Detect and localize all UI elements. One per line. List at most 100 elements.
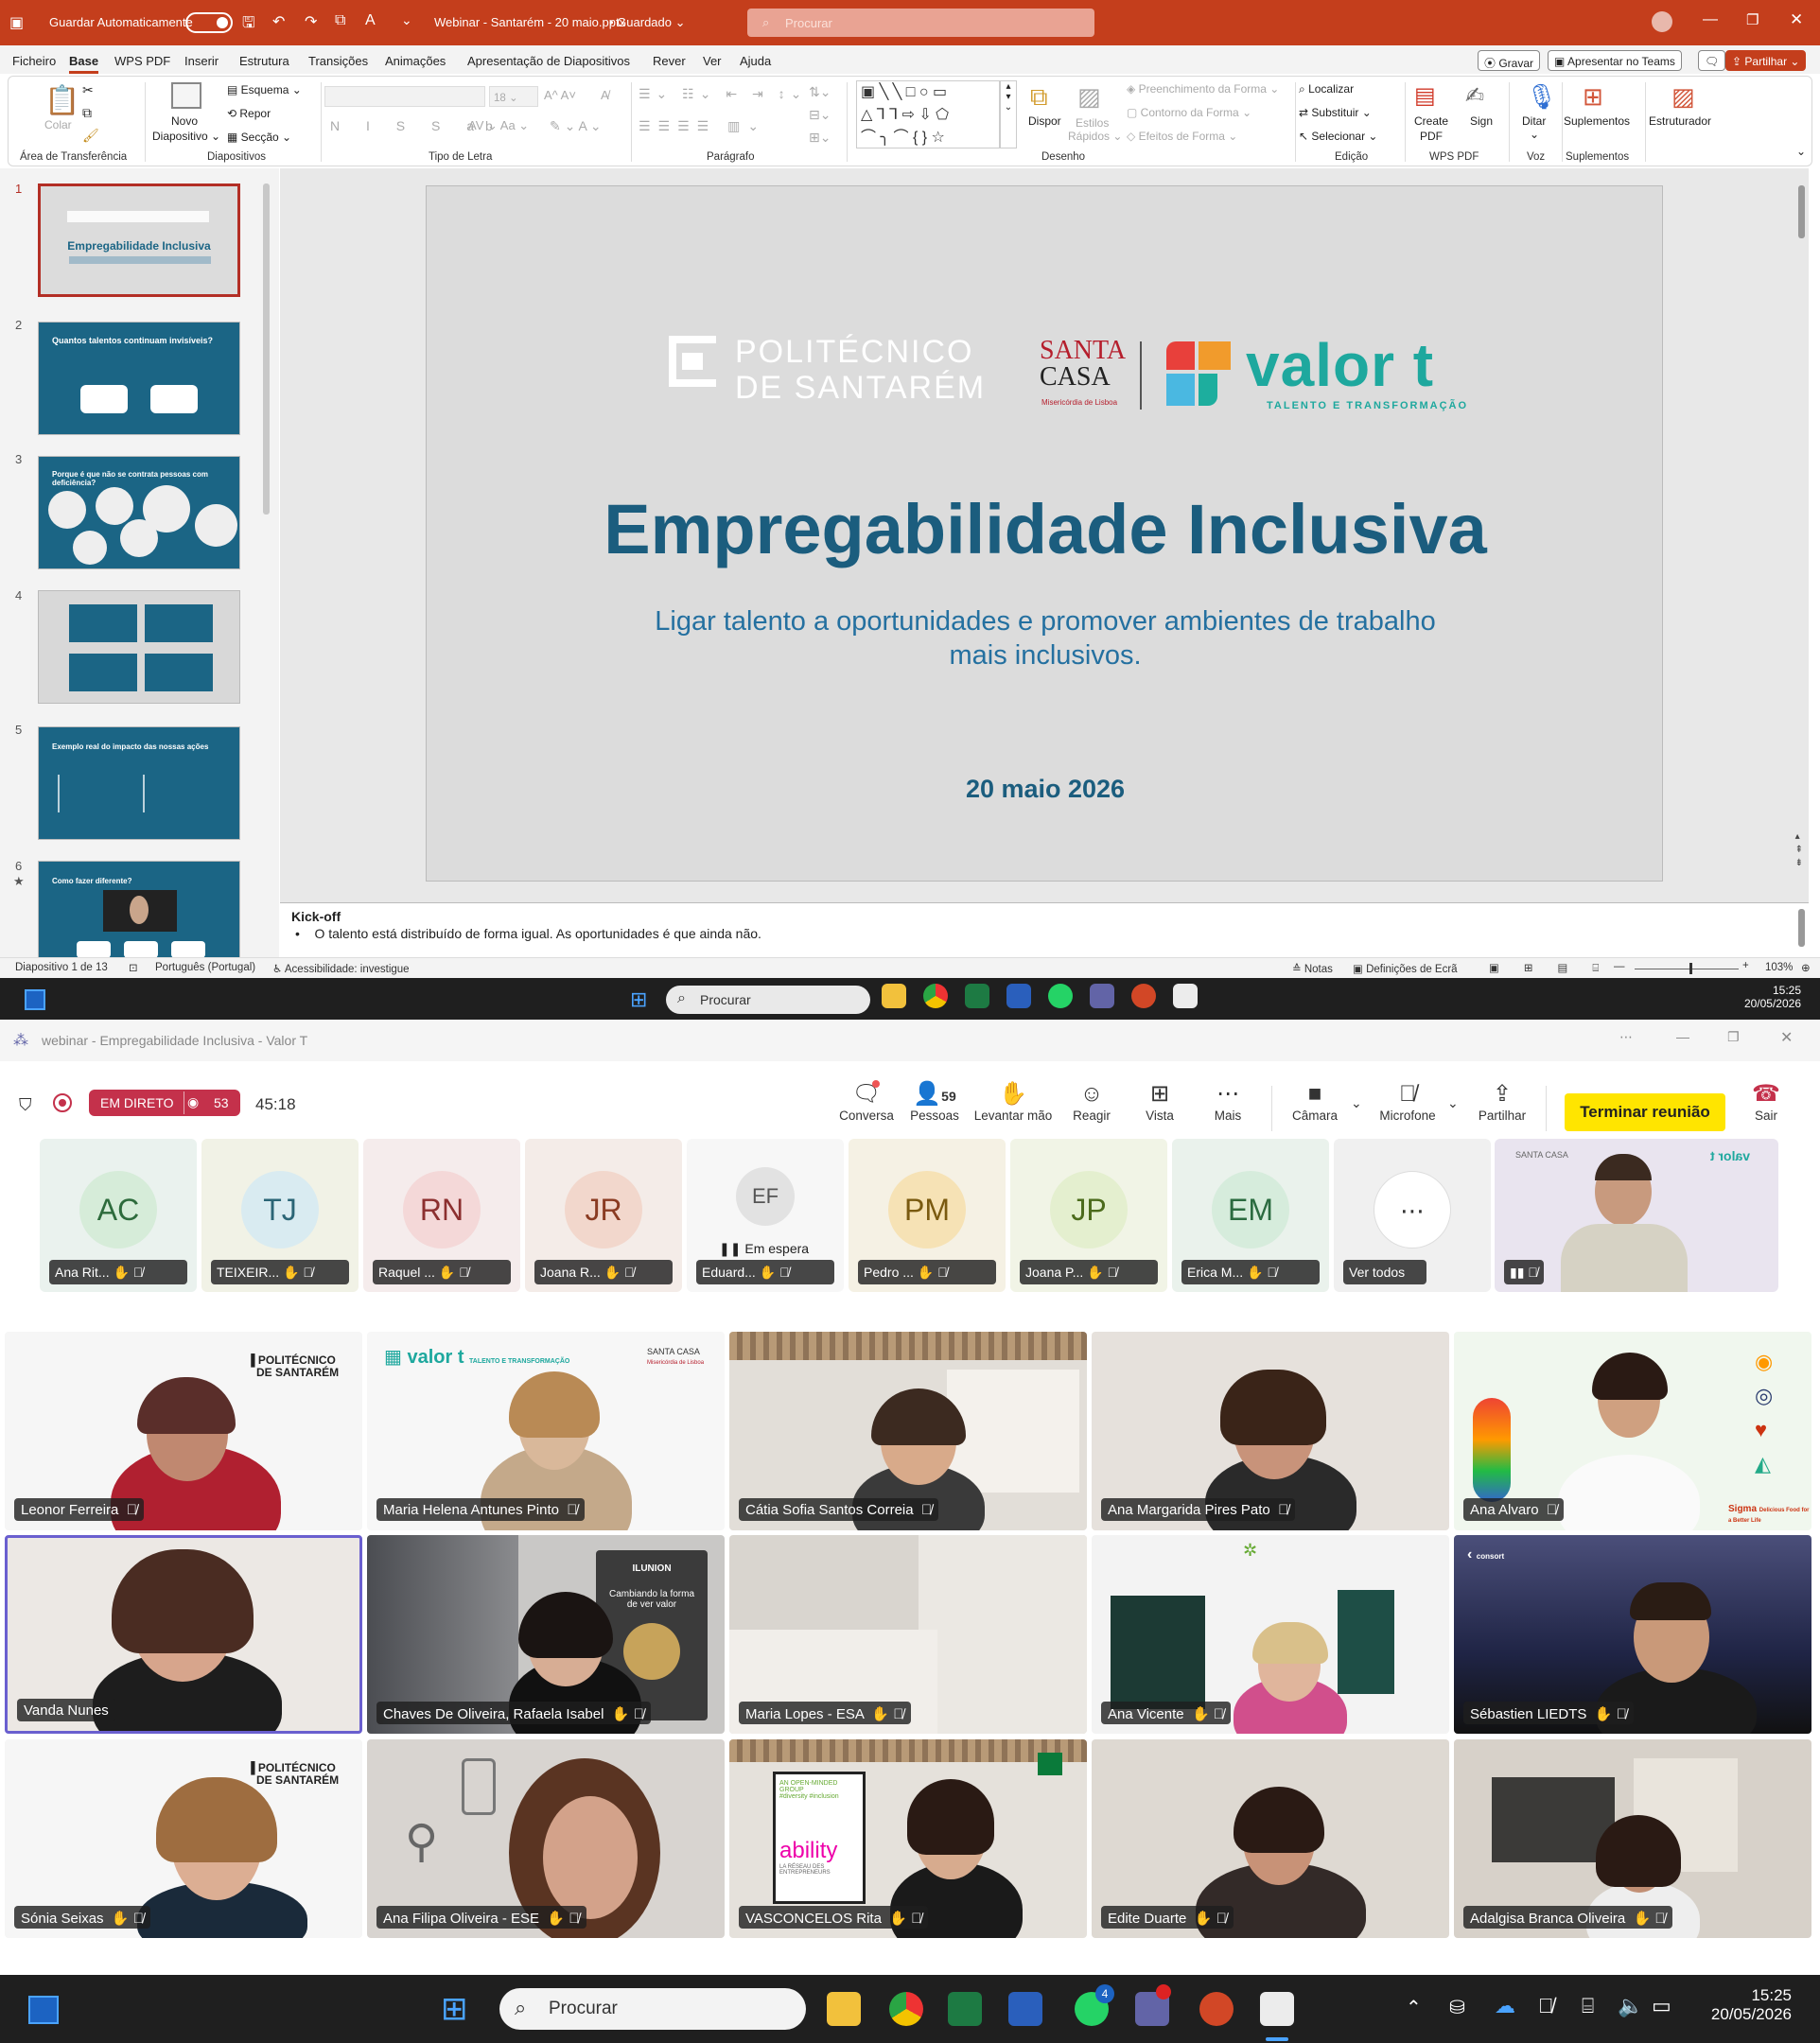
save-icon[interactable]: 🖫 bbox=[242, 12, 255, 38]
battery-icon[interactable]: ▭ bbox=[1652, 1994, 1671, 2018]
video-tile[interactable]: AN OPEN-MINDED GROUP #diversity #inclusio… bbox=[729, 1739, 1087, 1938]
sign-label[interactable]: Sign bbox=[1470, 114, 1493, 128]
shape-outline-button[interactable]: ▢ Contorno da Forma ⌄ bbox=[1127, 106, 1251, 119]
slide-scrollbar[interactable] bbox=[1798, 185, 1805, 238]
format-painter-icon[interactable]: 🖌 bbox=[82, 128, 99, 144]
addins-icon[interactable]: ⊞ bbox=[1583, 82, 1603, 112]
tab-design[interactable]: Estrutura bbox=[239, 54, 289, 68]
start-icon[interactable]: ⊞ bbox=[441, 1990, 468, 2028]
thumb-slide-6[interactable]: Como fazer diferente? bbox=[38, 861, 240, 959]
thumb-slide-4[interactable] bbox=[38, 590, 240, 704]
more-options-icon[interactable]: ⋯ bbox=[1619, 1029, 1633, 1045]
teams-icon[interactable] bbox=[1090, 984, 1114, 1008]
end-meeting-button[interactable]: Terminar reunião bbox=[1565, 1093, 1725, 1131]
video-tile[interactable]: ILUNION Cambiando la forma de ver valor Ch… bbox=[367, 1535, 725, 1734]
minimize-icon[interactable]: — bbox=[1676, 1029, 1689, 1044]
word-icon[interactable] bbox=[1006, 984, 1031, 1008]
share-button[interactable]: ⇪ Partilhar ⌄ bbox=[1725, 50, 1807, 71]
new-slide-label-2[interactable]: Diapositivo ⌄ bbox=[152, 130, 220, 143]
comments-button[interactable]: 🗨 bbox=[1698, 50, 1726, 71]
participant-tile[interactable]: JR Joana R... ✋ 🎙̸ bbox=[525, 1139, 682, 1292]
accessibility-label[interactable]: ♿ Acessibilidade: investigue bbox=[272, 962, 410, 975]
tab-animations[interactable]: Animações bbox=[385, 54, 446, 68]
taskbar-search[interactable]: ⌕ Procurar bbox=[499, 1988, 806, 2030]
participant-tile[interactable]: EF ❚❚ Em espera Eduard... ✋ 🎙̸ bbox=[687, 1139, 844, 1292]
zoom-out-icon[interactable]: — bbox=[1614, 961, 1625, 972]
participant-tile[interactable]: JP Joana P... ✋ 🎙̸ bbox=[1010, 1139, 1167, 1292]
redo-icon[interactable]: ↷ bbox=[305, 12, 317, 31]
video-tile[interactable]: ▐ POLITÉCNICO DE SANTARÉM Sónia Seixas ✋… bbox=[5, 1739, 362, 1938]
display-settings[interactable]: ▣ Definições de Ecrã bbox=[1353, 962, 1458, 975]
tray-app-icon[interactable]: ⛁ bbox=[1449, 1996, 1465, 2019]
paste-icon[interactable]: 📋 bbox=[44, 84, 79, 117]
language-label[interactable]: Português (Portugal) bbox=[155, 962, 255, 973]
thumb-slide-1[interactable]: Empregabilidade Inclusiva bbox=[38, 183, 240, 297]
close-icon[interactable]: ✕ bbox=[1790, 10, 1803, 29]
spelling-icon[interactable]: ⊡ bbox=[129, 961, 138, 974]
clear-format-icon[interactable]: A̸ bbox=[601, 88, 609, 102]
explorer-icon[interactable] bbox=[882, 984, 906, 1008]
video-tile[interactable]: ▦ valor t TALENTO E TRANSFORMAÇÃO SANTA … bbox=[367, 1332, 725, 1530]
camera-button[interactable]: ■ Câmara bbox=[1286, 1080, 1343, 1123]
notes-scrollbar[interactable] bbox=[1798, 909, 1805, 947]
char-spacing-icon[interactable]: AV ⌄ Aa ⌄ bbox=[468, 118, 529, 133]
section-button[interactable]: ▦ Secção ⌄ bbox=[227, 131, 291, 144]
participant-tile[interactable]: EM Erica M... ✋ 🎙̸ bbox=[1172, 1139, 1329, 1292]
widgets-icon[interactable] bbox=[25, 989, 45, 1010]
view-button[interactable]: ⊞ Vista bbox=[1131, 1080, 1188, 1123]
see-all-tile[interactable]: ⋯ Ver todos bbox=[1334, 1139, 1491, 1292]
slide-title[interactable]: Empregabilidade Inclusiva bbox=[427, 489, 1664, 569]
view-buttons[interactable]: ▣⊞▤⌸ bbox=[1489, 961, 1623, 975]
clock[interactable]: 15:25 20/05/2026 bbox=[1697, 1986, 1792, 2024]
tray-expand-icon[interactable]: ⌃ bbox=[1406, 1996, 1422, 2019]
video-tile[interactable]: Maria Lopes - ESA ✋ 🎙̸ bbox=[729, 1535, 1087, 1734]
participant-tile[interactable]: RN Raquel ... ✋ 🎙̸ bbox=[363, 1139, 520, 1292]
list-icons[interactable]: ☰⌄ ☷⌄ ⇤ ⇥ ↕⌄ bbox=[639, 86, 807, 102]
raise-hand-button[interactable]: ✋ Levantar mão bbox=[971, 1080, 1056, 1123]
volume-icon[interactable]: 🔈 bbox=[1618, 1994, 1643, 2018]
dictate-icon[interactable]: 🎙 bbox=[1526, 82, 1557, 112]
video-tile[interactable]: ▐ POLITÉCNICO DE SANTARÉM Leonor Ferreir… bbox=[5, 1332, 362, 1530]
start-icon[interactable]: ⊞ bbox=[630, 987, 647, 1012]
new-slide-icon[interactable] bbox=[171, 82, 201, 109]
more-button[interactable]: ⋯ Mais bbox=[1199, 1080, 1256, 1123]
word-icon[interactable] bbox=[1008, 1992, 1042, 2026]
addins-label[interactable]: Suplementos bbox=[1564, 114, 1630, 128]
close-icon[interactable]: ✕ bbox=[1780, 1028, 1793, 1047]
ppt-search-box[interactable]: ⌕ Procurar bbox=[747, 9, 1094, 37]
react-button[interactable]: ☺ Reagir bbox=[1063, 1080, 1120, 1123]
find-button[interactable]: ⌕ Localizar bbox=[1299, 82, 1354, 96]
thumb-slide-2[interactable]: Quantos talentos continuam invisíveis? bbox=[38, 322, 240, 435]
tab-view[interactable]: Ver bbox=[703, 54, 722, 68]
align-text-icon[interactable]: ⊟⌄ bbox=[809, 107, 831, 123]
maximize-icon[interactable]: ❐ bbox=[1727, 1029, 1740, 1045]
shield-icon[interactable]: ⛉ bbox=[19, 1095, 32, 1115]
snipping-icon[interactable] bbox=[1173, 984, 1198, 1008]
mic-button[interactable]: 🎙̸ Microfone bbox=[1370, 1080, 1445, 1123]
thumb-slide-5[interactable]: Exemplo real do impacto das nossas ações bbox=[38, 726, 240, 840]
snipping-icon[interactable] bbox=[1260, 1992, 1294, 2026]
participant-tile[interactable]: TJ TEIXEIR... ✋ 🎙̸ bbox=[201, 1139, 359, 1292]
font-name-box[interactable] bbox=[324, 86, 485, 107]
smartart-icon[interactable]: ⊞⌄ bbox=[809, 130, 831, 146]
create-pdf-label-1[interactable]: Create bbox=[1414, 114, 1448, 128]
dictate-dropdown-icon[interactable]: ⌄ bbox=[1530, 128, 1539, 141]
designer-label[interactable]: Estruturador bbox=[1649, 114, 1711, 128]
presenter-video-tile[interactable]: SANTA CASA valor t ▮▮ 🎙̸ bbox=[1495, 1139, 1778, 1292]
tab-help[interactable]: Ajuda bbox=[740, 54, 771, 68]
zoom-level[interactable]: 103% bbox=[1765, 962, 1793, 973]
shape-effects-button[interactable]: ◇ Efeitos de Forma ⌄ bbox=[1127, 130, 1237, 143]
camera-options-icon[interactable]: ⌄ bbox=[1351, 1095, 1362, 1111]
zoom-thumb[interactable] bbox=[1689, 963, 1692, 974]
explorer-icon[interactable] bbox=[827, 1992, 861, 2026]
replace-button[interactable]: ⇄ Substituir ⌄ bbox=[1299, 106, 1372, 119]
participant-tile[interactable]: AC Ana Rit... ✋ 🎙̸ bbox=[40, 1139, 197, 1292]
create-pdf-label-2[interactable]: PDF bbox=[1420, 130, 1443, 143]
text-direction-icon[interactable]: ⇅⌄ bbox=[809, 84, 831, 100]
autosave-toggle[interactable] bbox=[185, 12, 233, 33]
video-tile[interactable]: ⚲ Ana Filipa Oliveira - ESE ✋ 🎙̸ bbox=[367, 1739, 725, 1938]
video-tile[interactable]: ✲ Ana Vicente ✋ 🎙̸ bbox=[1092, 1535, 1449, 1734]
powerpoint-icon[interactable] bbox=[1199, 1992, 1234, 2026]
tab-slideshow[interactable]: Apresentação de Diapositivos bbox=[467, 54, 630, 68]
mic-options-icon[interactable]: ⌄ bbox=[1447, 1095, 1459, 1111]
